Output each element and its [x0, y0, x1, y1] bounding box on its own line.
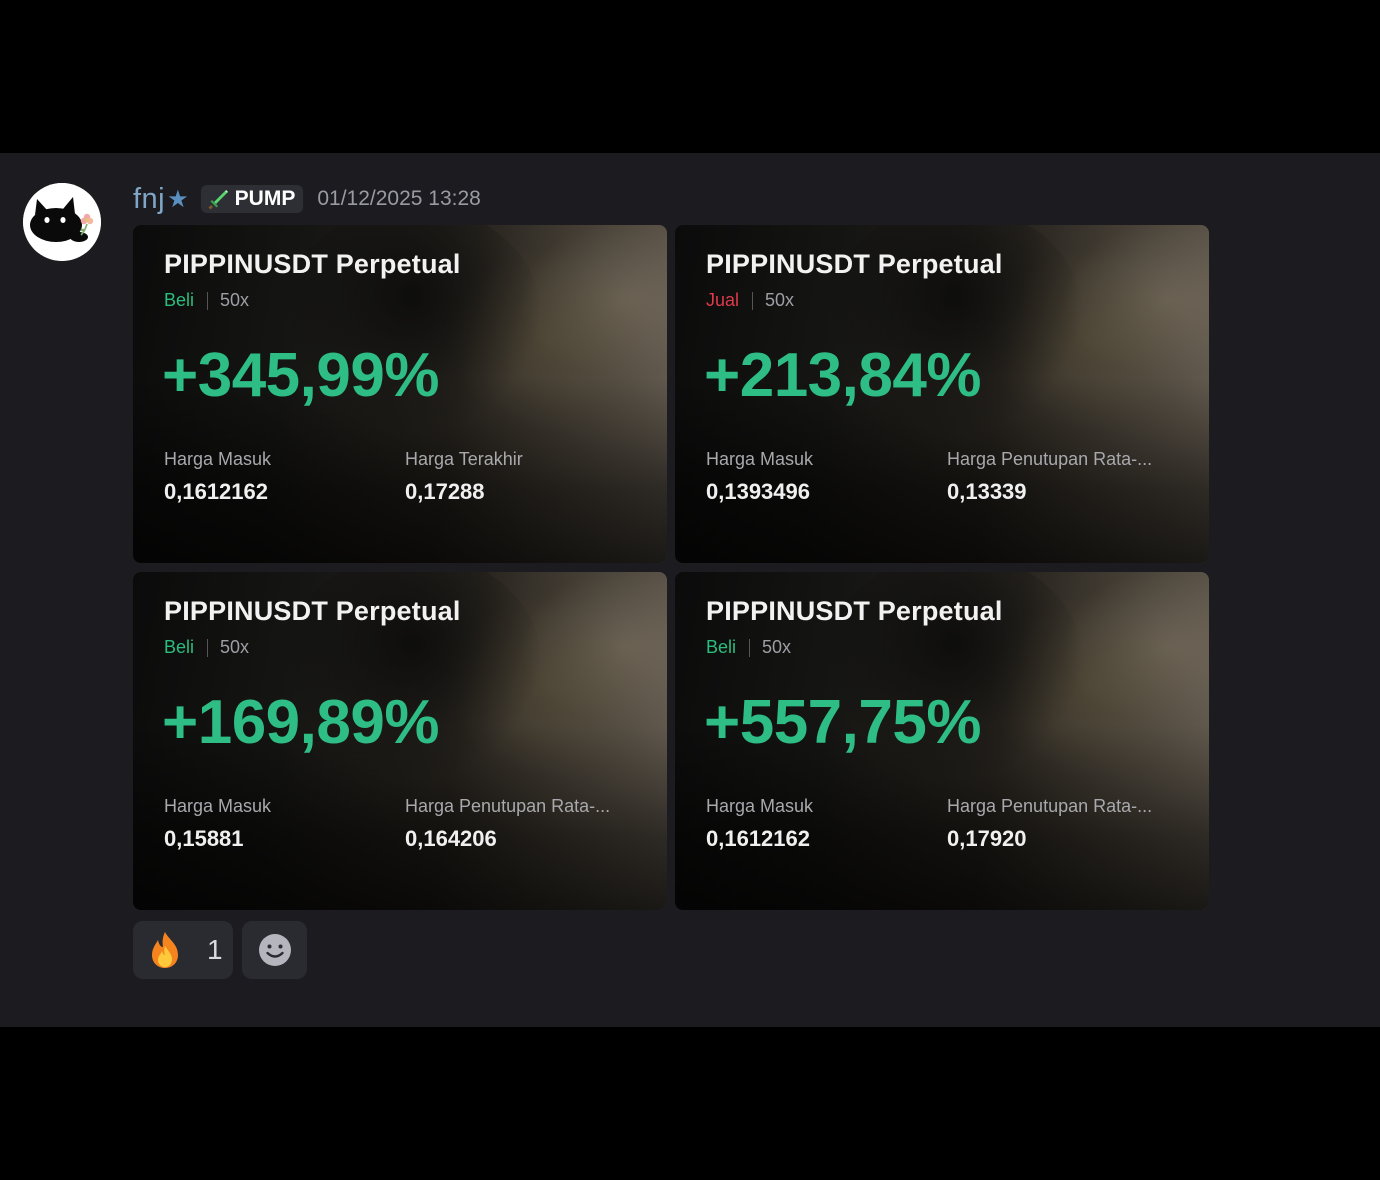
- position-side: Beli: [164, 637, 195, 657]
- pnl-percentage: +169,89%: [162, 688, 439, 757]
- entry-price-label: Harga Masuk: [706, 796, 814, 816]
- pnl-percentage: +557,75%: [704, 688, 981, 757]
- exit-price-value: 0,17920: [947, 826, 1027, 851]
- trading-pair: PIPPINUSDT Perpetual: [164, 249, 461, 279]
- black-cat-avatar-icon: [23, 183, 101, 261]
- reaction-bar: 1: [133, 921, 307, 979]
- position-meta: Beli 50x: [164, 637, 249, 658]
- add-reaction-button[interactable]: [242, 921, 307, 979]
- fire-icon: [152, 932, 178, 968]
- entry-price-label: Harga Masuk: [164, 449, 272, 469]
- divider: [752, 291, 754, 310]
- entry-price-value: 0,15881: [164, 826, 244, 851]
- exit-price-value: 0,13339: [947, 479, 1027, 504]
- leverage: 50x: [220, 290, 250, 310]
- divider: [207, 638, 209, 657]
- entry-price-label: Harga Masuk: [164, 796, 272, 816]
- chat-message: fnj ★ PUMP 01/12/2025 13:28 PIPPINUSDT P…: [0, 153, 1380, 1027]
- entry-price-label: Harga Masuk: [706, 449, 814, 469]
- position-meta: Beli 50x: [706, 637, 791, 658]
- trade-card[interactable]: PIPPINUSDT Perpetual Beli 50x +557,75% H…: [675, 572, 1209, 910]
- divider: [749, 638, 751, 657]
- trade-card[interactable]: PIPPINUSDT Perpetual Jual 50x +213,84% H…: [675, 225, 1209, 563]
- leverage: 50x: [762, 637, 792, 657]
- entry-price-value: 0,1612162: [164, 479, 268, 504]
- pnl-percentage: +213,84%: [704, 341, 981, 410]
- trading-pair: PIPPINUSDT Perpetual: [706, 249, 1003, 279]
- exit-price-value: 0,164206: [405, 826, 497, 851]
- username[interactable]: fnj: [133, 183, 165, 216]
- trade-card[interactable]: PIPPINUSDT Perpetual Beli 50x +345,99% H…: [133, 225, 667, 563]
- image-attachment-grid: PIPPINUSDT Perpetual Beli 50x +345,99% H…: [133, 225, 1210, 911]
- leverage: 50x: [220, 637, 250, 657]
- message-header: fnj ★ PUMP 01/12/2025 13:28: [133, 181, 481, 217]
- entry-price-value: 0,1612162: [706, 826, 810, 851]
- fire-reaction-button[interactable]: 1: [133, 921, 233, 979]
- reaction-count: 1: [207, 934, 223, 965]
- position-side: Jual: [706, 290, 740, 310]
- trading-pair: PIPPINUSDT Perpetual: [164, 596, 461, 626]
- star-icon: ★: [167, 185, 189, 213]
- message-timestamp: 01/12/2025 13:28: [317, 187, 481, 210]
- exit-price-label: Harga Penutupan Rata-...: [947, 796, 1153, 816]
- trade-card[interactable]: PIPPINUSDT Perpetual Beli 50x +169,89% H…: [133, 572, 667, 910]
- server-tag-label: PUMP: [234, 187, 296, 210]
- user-avatar[interactable]: [23, 183, 101, 261]
- trading-pair: PIPPINUSDT Perpetual: [706, 596, 1003, 626]
- exit-price-label: Harga Terakhir: [405, 449, 523, 469]
- position-meta: Beli 50x: [164, 290, 249, 311]
- exit-price-label: Harga Penutupan Rata-...: [947, 449, 1153, 469]
- exit-price-label: Harga Penutupan Rata-...: [405, 796, 611, 816]
- server-tag[interactable]: PUMP: [200, 185, 304, 213]
- exit-price-value: 0,17288: [405, 479, 485, 504]
- divider: [207, 291, 209, 310]
- sword-icon: [208, 190, 228, 210]
- position-side: Beli: [164, 290, 195, 310]
- pnl-percentage: +345,99%: [162, 341, 439, 410]
- leverage: 50x: [765, 290, 795, 310]
- smiley-icon: [258, 934, 291, 966]
- position-side: Beli: [706, 637, 737, 657]
- entry-price-value: 0,1393496: [706, 479, 810, 504]
- position-meta: Jual 50x: [706, 290, 794, 311]
